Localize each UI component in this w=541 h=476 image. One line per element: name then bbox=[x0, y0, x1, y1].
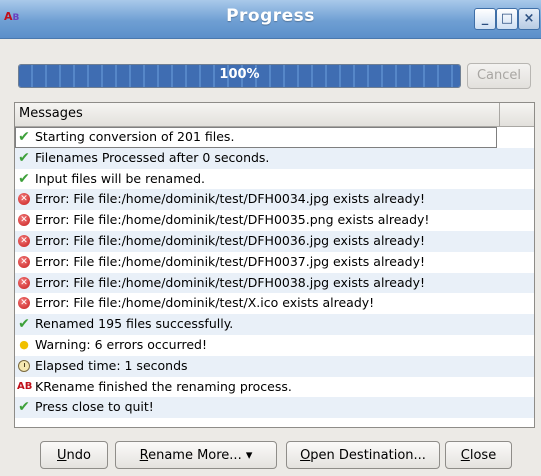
rename-more-label: ename More... bbox=[148, 448, 242, 463]
maximize-icon[interactable]: □ bbox=[496, 8, 518, 30]
list-item[interactable]: ✕ Error: File file:/home/dominik/test/DFH… bbox=[15, 272, 534, 294]
list-item[interactable]: ✕ Error: File file:/home/dominik/test/DFH… bbox=[15, 230, 534, 252]
list-item[interactable]: ✔ Filenames Processed after 0 seconds. bbox=[15, 147, 534, 169]
messages-rows: ✔ Starting conversion of 201 files. ✔ Filen… bbox=[15, 127, 534, 419]
window-title: Progress bbox=[226, 6, 315, 26]
title-bar[interactable]: AB Progress _ □ × bbox=[0, 0, 541, 39]
message-text: Press close to quit! bbox=[35, 399, 154, 415]
rename-more-button[interactable]: Rename More... ▾ bbox=[115, 441, 277, 469]
undo-label: ndo bbox=[66, 448, 91, 463]
list-item[interactable]: ✔ Starting conversion of 201 files. bbox=[15, 127, 497, 148]
undo-button[interactable]: Undo bbox=[40, 441, 108, 469]
close-mnemonic: C bbox=[460, 448, 470, 463]
error-icon: ✕ bbox=[18, 276, 30, 289]
checkmark-icon: ✔ bbox=[18, 170, 30, 187]
list-item[interactable]: ✔ Renamed 195 files successfully. bbox=[15, 314, 534, 335]
list-item[interactable]: ✔ Press close to quit! bbox=[15, 397, 534, 419]
list-item[interactable]: ● Warning: 6 errors occurred! bbox=[15, 335, 534, 356]
dropdown-arrow-icon: ▾ bbox=[245, 448, 253, 463]
message-text: Error: File file:/home/dominik/test/DFH0… bbox=[35, 232, 425, 248]
clock-icon bbox=[18, 359, 30, 372]
progress-label: 100% bbox=[219, 67, 260, 82]
list-item[interactable]: ✕ Error: File file:/home/dominik/test/DFH… bbox=[15, 252, 534, 273]
rename-more-mnemonic: R bbox=[139, 448, 149, 463]
message-text: Error: File file:/home/dominik/test/DFH0… bbox=[35, 191, 425, 207]
list-item[interactable]: ✕ Error: File file:/home/dominik/test/DFH… bbox=[15, 210, 534, 231]
message-text: Elapsed time: 1 seconds bbox=[35, 357, 188, 373]
open-destination-mnemonic: O bbox=[300, 448, 311, 463]
close-icon[interactable]: × bbox=[518, 8, 540, 30]
checkmark-icon: ✔ bbox=[18, 399, 30, 416]
message-text: Error: File file:/home/dominik/test/X.ic… bbox=[35, 295, 375, 311]
progress-bar: 100% bbox=[18, 64, 461, 88]
krename-icon: AB bbox=[17, 380, 33, 392]
close-button[interactable]: Close bbox=[445, 441, 512, 469]
checkmark-icon: ✔ bbox=[18, 129, 30, 145]
message-text: Starting conversion of 201 files. bbox=[35, 129, 235, 144]
error-icon: ✕ bbox=[18, 193, 30, 206]
message-text: Error: File file:/home/dominik/test/DFH0… bbox=[35, 253, 425, 269]
message-text: Error: File file:/home/dominik/test/DFH0… bbox=[35, 212, 430, 228]
list-item[interactable]: ✕ Error: File file:/home/dominik/test/X.i… bbox=[15, 293, 534, 314]
close-label: lose bbox=[469, 448, 497, 463]
messages-list[interactable]: Messages ✔ Starting conversion of 201 fil… bbox=[14, 102, 535, 428]
message-text: Input files will be renamed. bbox=[35, 170, 205, 186]
checkmark-icon: ✔ bbox=[18, 149, 30, 166]
message-text: Filenames Processed after 0 seconds. bbox=[35, 149, 270, 165]
warning-bulb-icon: ● bbox=[19, 337, 29, 351]
checkmark-icon: ✔ bbox=[18, 316, 30, 333]
header-divider bbox=[499, 103, 500, 126]
message-text: Warning: 6 errors occurred! bbox=[35, 336, 207, 352]
cancel-button[interactable]: Cancel bbox=[467, 63, 531, 89]
list-item[interactable]: AB KRename finished the renaming process. bbox=[15, 377, 534, 398]
list-item[interactable]: ✕ Error: File file:/home/dominik/test/DFH… bbox=[15, 189, 534, 211]
error-icon: ✕ bbox=[18, 234, 30, 247]
minimize-icon[interactable]: _ bbox=[474, 8, 496, 30]
open-destination-button[interactable]: Open Destination... bbox=[286, 441, 440, 469]
list-item[interactable]: ✔ Input files will be renamed. bbox=[15, 169, 534, 190]
error-icon: ✕ bbox=[18, 214, 30, 227]
messages-column-header[interactable]: Messages bbox=[19, 106, 83, 121]
message-text: KRename finished the renaming process. bbox=[35, 378, 292, 394]
error-icon: ✕ bbox=[18, 255, 30, 268]
error-icon: ✕ bbox=[18, 297, 30, 310]
messages-header[interactable]: Messages bbox=[15, 103, 534, 127]
undo-mnemonic: U bbox=[57, 448, 67, 463]
message-text: Renamed 195 files successfully. bbox=[35, 316, 234, 332]
open-destination-label: pen Destination... bbox=[310, 448, 426, 463]
list-item[interactable]: Elapsed time: 1 seconds bbox=[15, 355, 534, 377]
message-text: Error: File file:/home/dominik/test/DFH0… bbox=[35, 274, 425, 290]
